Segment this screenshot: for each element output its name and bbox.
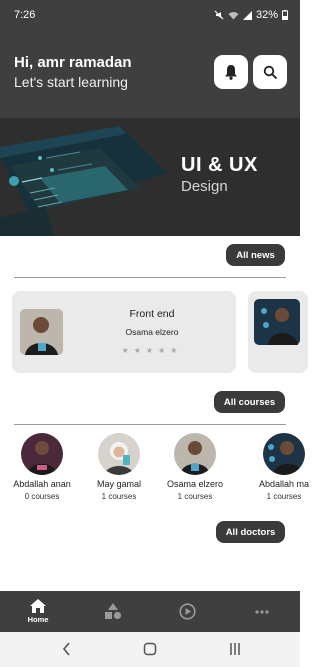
doctor-avatar (21, 433, 63, 475)
doctor-avatar (174, 433, 216, 475)
shapes-icon (105, 603, 122, 620)
all-news-button[interactable]: All news (226, 244, 285, 266)
status-time: 7:26 (14, 9, 36, 21)
nav-videos[interactable] (176, 591, 198, 632)
all-courses-button[interactable]: All courses (214, 391, 285, 413)
play-circle-icon (178, 603, 196, 620)
doctor-item[interactable]: Abdallah ma 1 courses (244, 433, 320, 501)
signal-icon (242, 10, 252, 20)
header: Hi, amr ramadan Let's start learning (0, 30, 300, 118)
course-title: Front end (129, 308, 175, 320)
doctor-avatar (263, 433, 305, 475)
all-doctors-button[interactable]: All doctors (216, 521, 285, 543)
doctor-item[interactable]: Osama elzero 1 courses (155, 433, 235, 501)
mute-icon (214, 10, 224, 20)
doctor-course-count: 1 courses (177, 492, 213, 501)
home-icon (30, 599, 46, 613)
course-rating-stars: ★★★★★ (121, 346, 183, 355)
doctor-course-count: 0 courses (24, 492, 60, 501)
doctor-item[interactable]: Abdallah anan 0 courses (2, 433, 82, 501)
instructor-avatar (20, 309, 63, 355)
search-icon (263, 65, 277, 79)
status-icons: 32% (214, 9, 288, 21)
course-card[interactable]: Front end Osama elzero ★★★★★ (12, 291, 236, 373)
wifi-icon (228, 11, 239, 19)
greeting: Hi, amr ramadan Let's start learning (14, 54, 132, 90)
course-instructor: Osama elzero (125, 327, 179, 337)
search-button[interactable] (253, 55, 287, 89)
battery-icon (282, 10, 288, 20)
greeting-title: Hi, amr ramadan (14, 54, 132, 71)
course-card-partial[interactable] (248, 291, 308, 373)
system-navigation-bar (0, 632, 300, 667)
doctor-name: May gamal (96, 479, 141, 489)
doctor-name: Abdallah anan (13, 479, 71, 489)
banner-title: UI & UX (181, 154, 258, 176)
news-divider (14, 277, 286, 278)
courses-divider (14, 424, 286, 425)
home-circle-icon[interactable] (143, 642, 157, 656)
nav-home[interactable]: Home (22, 591, 54, 632)
doctor-name: Abdallah ma (258, 479, 310, 489)
doctor-course-count: 1 courses (266, 492, 302, 501)
greeting-subtitle: Let's start learning (14, 74, 128, 90)
more-horizontal-icon (255, 609, 269, 614)
promo-banner[interactable]: UI & UX Design (0, 118, 300, 236)
battery-percent: 32% (255, 9, 278, 21)
nav-more[interactable] (250, 591, 274, 632)
doctor-avatar (98, 433, 140, 475)
status-bar: 7:26 32% (0, 0, 300, 30)
doctor-item[interactable]: May gamal 1 courses (79, 433, 159, 501)
course-thumbnail (254, 299, 300, 345)
nav-home-label: Home (27, 615, 49, 624)
back-icon[interactable] (62, 642, 71, 656)
notifications-button[interactable] (214, 55, 248, 89)
doctor-course-count: 1 courses (101, 492, 137, 501)
banner-subtitle: Design (181, 178, 228, 195)
nav-categories[interactable] (100, 591, 126, 632)
doctor-name: Osama elzero (166, 479, 224, 489)
bell-icon (225, 65, 237, 80)
recents-icon[interactable] (229, 642, 241, 656)
banner-devices-illustration (0, 126, 168, 236)
bottom-navigation: Home (0, 591, 300, 632)
